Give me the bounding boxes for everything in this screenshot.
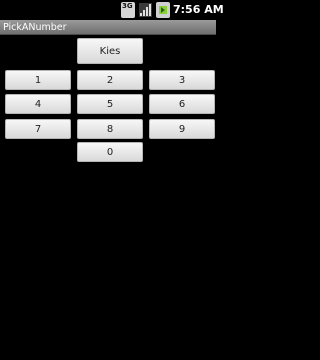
key-6-button[interactable]: 6: [149, 94, 215, 114]
key-7-button[interactable]: 7: [5, 119, 71, 139]
key-1-button[interactable]: 1: [5, 70, 71, 90]
key-2-button[interactable]: 2: [77, 70, 143, 90]
network-type-label: 3G: [122, 2, 133, 10]
kies-button[interactable]: Kies: [77, 38, 143, 64]
3g-icon: 3G: [121, 2, 135, 18]
battery-icon: [156, 2, 170, 18]
app-title: PickANumber: [3, 22, 67, 33]
key-5-button[interactable]: 5: [77, 94, 143, 114]
status-time: 7:56 AM: [173, 3, 224, 16]
key-8-button[interactable]: 8: [77, 119, 143, 139]
status-bar: 3G 7:56 AM: [0, 0, 224, 20]
signal-icon: [139, 3, 152, 17]
key-9-button[interactable]: 9: [149, 119, 215, 139]
title-bar: PickANumber: [0, 20, 216, 35]
key-0-button[interactable]: 0: [77, 142, 143, 162]
key-4-button[interactable]: 4: [5, 94, 71, 114]
key-3-button[interactable]: 3: [149, 70, 215, 90]
